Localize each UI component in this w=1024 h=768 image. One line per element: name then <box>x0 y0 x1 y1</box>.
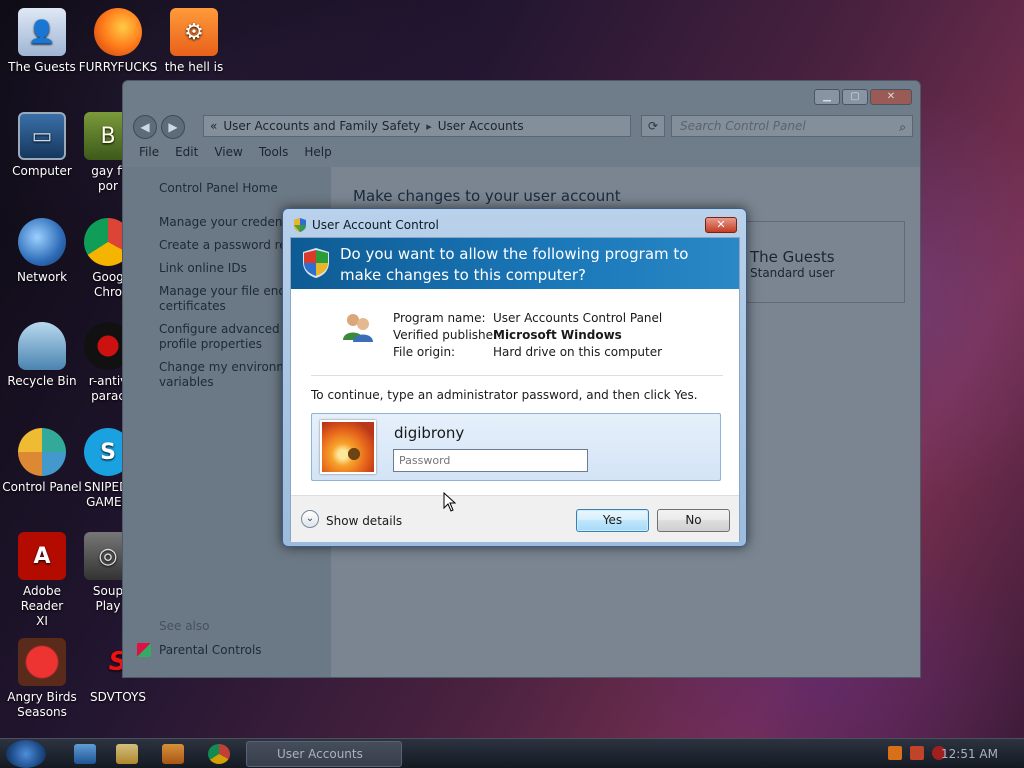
desktop-icon-label: Angry Birds Seasons <box>7 690 77 719</box>
breadcrumb-user-accounts-family-safety[interactable]: User Accounts and Family Safety <box>223 119 420 133</box>
desktop-icon-furryfucks[interactable]: FURRYFUCKS <box>76 8 160 75</box>
uac-title: User Account Control <box>312 218 439 232</box>
divider <box>311 375 723 376</box>
chrome-taskbar-icon[interactable] <box>208 744 230 764</box>
taskbar: User Accounts 12:51 AM <box>0 738 1024 768</box>
tray-app-icon[interactable] <box>888 746 902 760</box>
desktop-icon-label: FURRYFUCKS <box>78 60 158 74</box>
media-player-icon[interactable] <box>162 744 184 764</box>
user-accounts-program-icon <box>343 314 373 342</box>
program-name-value: User Accounts Control Panel <box>493 311 663 325</box>
menu-file[interactable]: File <box>139 145 159 165</box>
computer-icon: ▭ <box>18 112 66 160</box>
program-name-label: Program name: <box>393 311 486 325</box>
page-title: Make changes to your user account <box>353 187 621 205</box>
refresh-icon[interactable]: ⟳ <box>641 115 665 137</box>
desktop-icon-the-guests[interactable]: 👤 The Guests <box>0 8 84 75</box>
window-titlebar: ▁ ▢ ✕ <box>123 81 920 109</box>
tray-flag-icon[interactable] <box>910 746 924 760</box>
start-button[interactable] <box>6 740 46 768</box>
parental-controls-link[interactable]: Parental Controls <box>137 643 262 657</box>
desktop-icon-the-hell-is[interactable]: ⚙ the hell is <box>152 8 236 75</box>
minimize-button[interactable]: ▁ <box>814 89 840 105</box>
program-details-table: Program name: User Accounts Control Pane… <box>393 310 662 361</box>
uac-banner: Do you want to allow the following progr… <box>291 238 739 289</box>
explorer-folder-icon[interactable] <box>116 744 138 764</box>
network-globe-icon <box>18 218 66 266</box>
publisher-row: Verified publisher: Microsoft Windows <box>393 327 662 344</box>
user-account-card: The Guests Standard user <box>735 221 905 303</box>
show-details-link[interactable]: Show details <box>326 514 402 528</box>
ie-icon[interactable] <box>74 744 96 764</box>
uac-close-button[interactable]: ✕ <box>705 217 737 233</box>
mouse-cursor-icon <box>443 492 457 512</box>
uac-shield-icon <box>294 218 306 232</box>
angry-birds-icon <box>18 638 66 686</box>
system-tray <box>888 746 946 760</box>
password-field[interactable] <box>393 449 588 472</box>
window-controls: ▁ ▢ ✕ <box>814 89 912 105</box>
publisher-label: Verified publisher: <box>393 328 502 342</box>
uac-question: Do you want to allow the following progr… <box>340 245 689 284</box>
taskbar-item-user-accounts[interactable]: User Accounts <box>246 741 402 767</box>
menu-tools[interactable]: Tools <box>259 145 289 165</box>
desktop-icon-label: SDVTOYS <box>90 690 146 704</box>
credential-tile[interactable]: digibrony <box>311 413 721 481</box>
parental-controls-label: Parental Controls <box>159 643 262 657</box>
uac-titlebar: User Account Control ✕ <box>283 209 746 239</box>
file-origin-row: File origin: Hard drive on this computer <box>393 344 662 361</box>
menu-bar: File Edit View Tools Help <box>123 145 920 165</box>
firefox-icon <box>94 8 142 56</box>
uc-browser-icon: ⚙ <box>170 8 218 56</box>
search-icon[interactable]: ⌕ <box>899 117 906 137</box>
user-avatar <box>320 420 376 474</box>
desktop-icon-label: The Guests <box>8 60 76 74</box>
password-instruction: To continue, type an administrator passw… <box>311 388 698 402</box>
publisher-value: Microsoft Windows <box>493 328 622 342</box>
breadcrumb-overflow-icon[interactable]: « <box>210 119 217 133</box>
uac-content: Do you want to allow the following progr… <box>290 237 740 542</box>
close-window-button[interactable]: ✕ <box>870 89 912 105</box>
search-input[interactable]: Search Control Panel ⌕ <box>671 115 913 137</box>
control-panel-home-link[interactable]: Control Panel Home <box>159 181 331 195</box>
recycle-bin-icon <box>18 322 66 370</box>
desktop-icon-label: the hell is <box>164 60 224 74</box>
file-origin-value: Hard drive on this computer <box>493 345 663 359</box>
uac-footer: ⌄ Show details Yes No <box>291 495 739 542</box>
no-button[interactable]: No <box>657 509 730 532</box>
yes-button[interactable]: Yes <box>576 509 649 532</box>
search-placeholder: Search Control Panel <box>680 119 806 133</box>
program-name-row: Program name: User Accounts Control Pane… <box>393 310 662 327</box>
chevron-down-icon[interactable]: ⌄ <box>301 510 319 528</box>
taskbar-clock[interactable]: 12:51 AM <box>941 747 998 761</box>
breadcrumb-user-accounts[interactable]: User Accounts <box>438 119 524 133</box>
user-type: Standard user <box>750 266 835 280</box>
file-origin-label: File origin: <box>393 345 456 359</box>
uac-banner-shield-icon <box>303 248 329 278</box>
back-arrow-icon[interactable]: ◀ <box>133 115 157 139</box>
user-folder-icon: 👤 <box>18 8 66 56</box>
user-name: The Guests <box>750 248 835 266</box>
breadcrumb-chevron-icon: ▸ <box>426 119 432 133</box>
uac-dialog: User Account Control ✕ Do you want to al… <box>282 208 747 547</box>
desktop-icon-angry-birds-seasons[interactable]: Angry Birds Seasons <box>0 638 84 720</box>
menu-view[interactable]: View <box>214 145 242 165</box>
credential-username: digibrony <box>394 424 465 442</box>
menu-edit[interactable]: Edit <box>175 145 198 165</box>
maximize-button[interactable]: ▢ <box>842 89 868 105</box>
forward-arrow-icon[interactable]: ▶ <box>161 115 185 139</box>
address-bar[interactable]: « User Accounts and Family Safety ▸ User… <box>203 115 631 137</box>
parental-controls-icon <box>137 643 151 657</box>
menu-help[interactable]: Help <box>304 145 331 165</box>
control-panel-icon <box>18 428 66 476</box>
adobe-reader-icon: A <box>18 532 66 580</box>
see-also-heading: See also <box>159 619 210 633</box>
